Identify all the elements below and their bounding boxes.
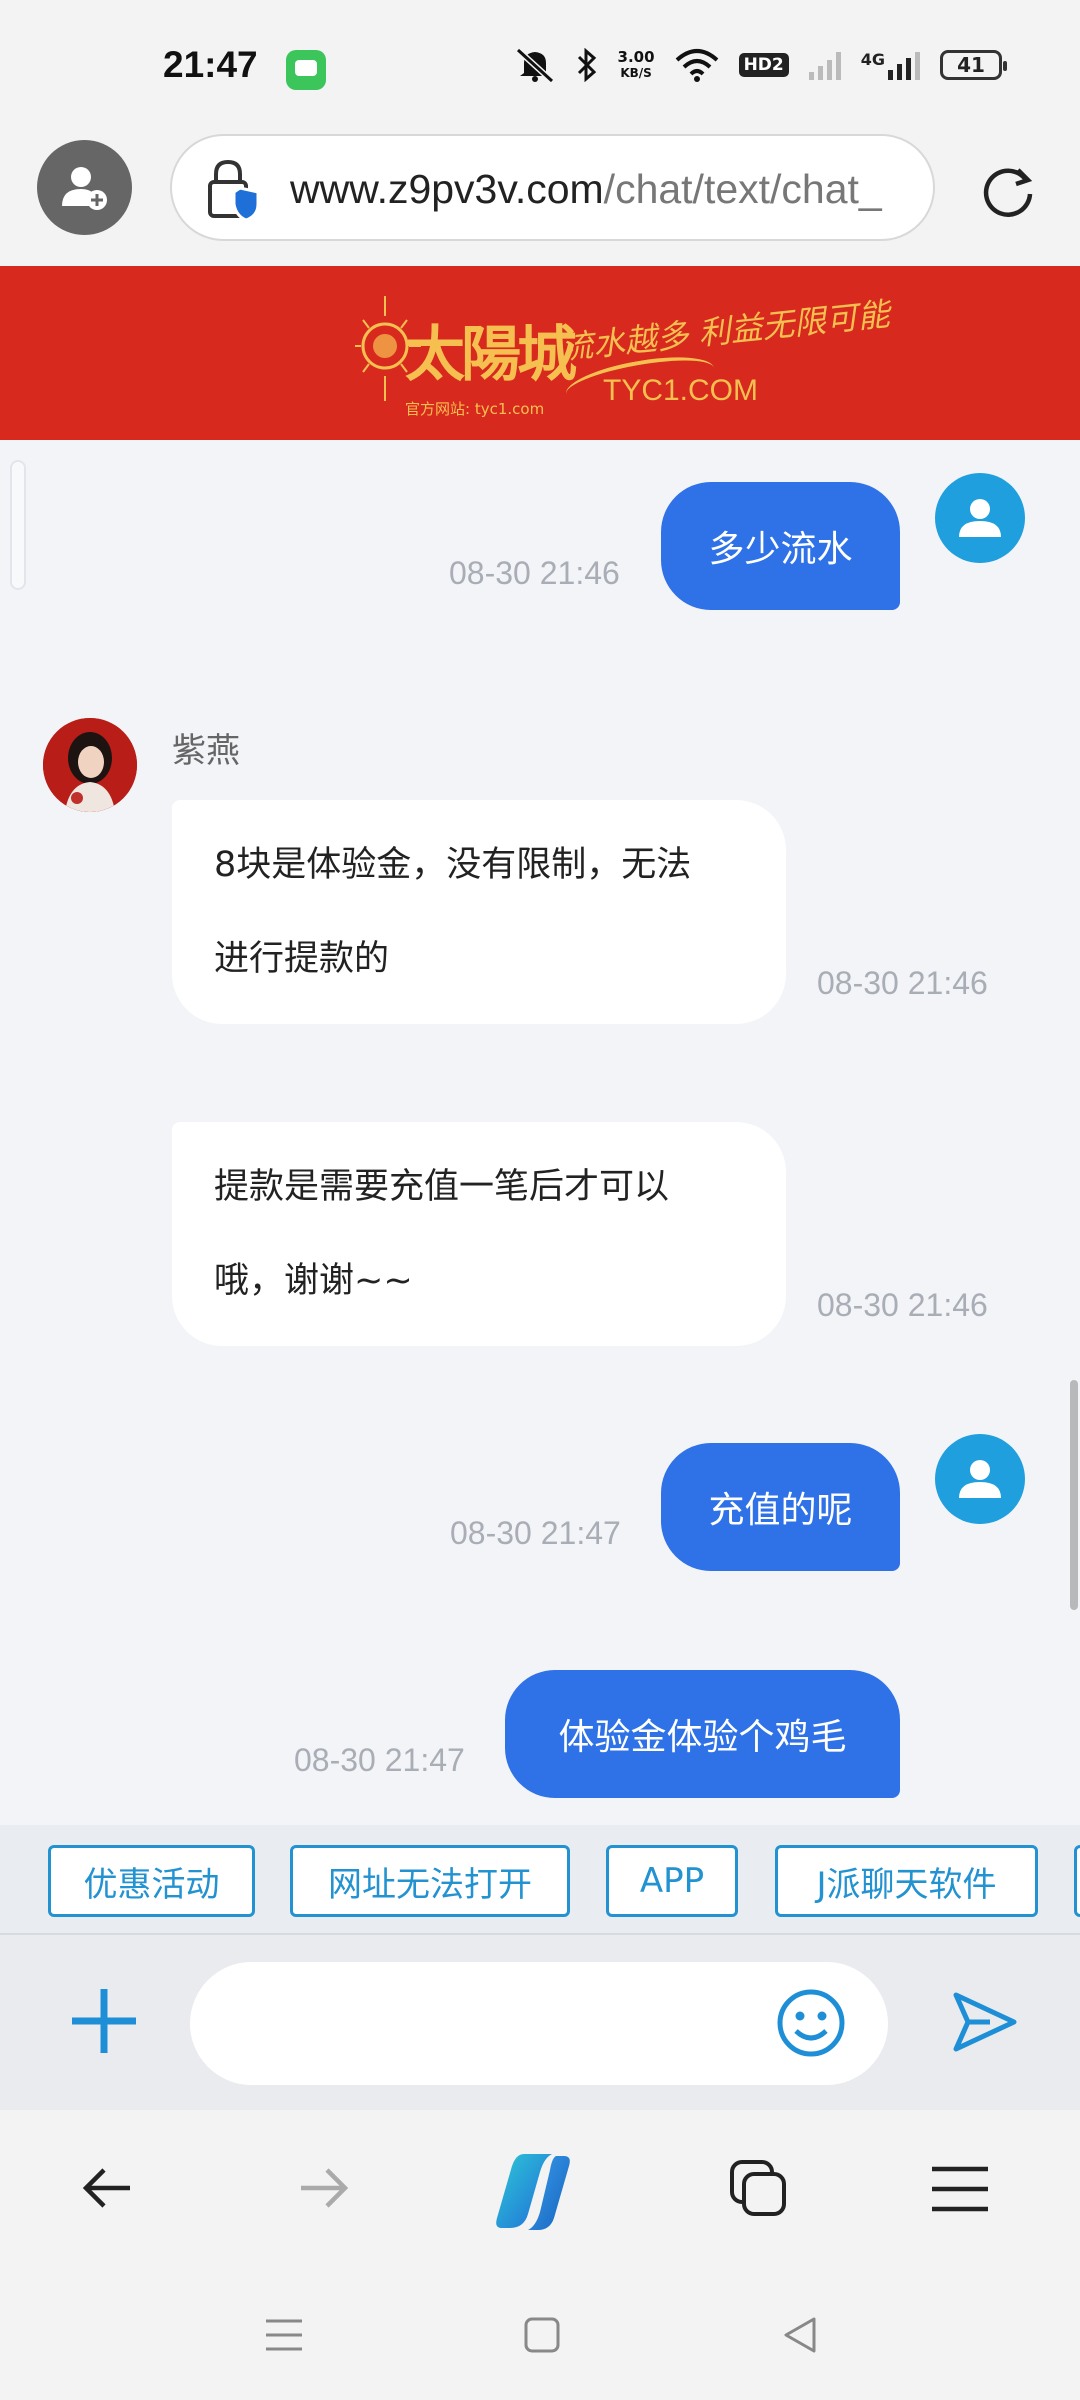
url-path: /chat/text/chat_	[603, 166, 882, 212]
message-text: 体验金体验个鸡毛	[558, 1717, 847, 1758]
banner-brand: 太陽城	[405, 320, 577, 390]
message-text: 多少流水	[708, 529, 853, 570]
promo-banner[interactable]: 太陽城 官方网站: tyc1.com 流水越多 利益无限可能 TYC1.COM	[0, 266, 1080, 440]
banner-slogan: 流水越多 利益无限可能	[559, 294, 892, 368]
agent-name: 紫燕	[172, 731, 240, 771]
network-type: 4G	[860, 50, 885, 69]
message-time: 08-30 21:46	[449, 555, 620, 591]
message-line: 8块是体验金，没有限制，无法	[214, 845, 692, 885]
scrollbar[interactable]	[1070, 1380, 1078, 1610]
signal-icon	[808, 50, 841, 80]
back-arrow-icon[interactable]	[80, 2160, 136, 2216]
message-line: 进行提款的	[214, 939, 390, 979]
emoji-icon[interactable]	[775, 1987, 847, 2059]
net-speed-unit: KB/S	[620, 66, 652, 80]
user-avatar[interactable]	[935, 1434, 1025, 1524]
home-icon[interactable]	[522, 2313, 562, 2357]
send-icon[interactable]	[950, 1987, 1020, 2057]
recents-icon[interactable]	[264, 2313, 304, 2357]
status-time: 21:47	[163, 44, 258, 85]
chat-app-icon	[286, 50, 326, 90]
status-icons: 3.00 KB/S HD2 4G 41	[514, 40, 1007, 90]
tabs-icon[interactable]	[728, 2158, 788, 2218]
quick-reply-chip[interactable]: 网址无法打开	[290, 1845, 570, 1917]
chip-label: 网址无法打开	[328, 1864, 532, 1905]
url-text: www.z9pv3v.com/chat/text/chat_	[290, 166, 915, 213]
chat-area[interactable]: 多少流水 08-30 21:46 紫燕 8块是体验金，没有限制，无法 进行提款的…	[0, 440, 1080, 1825]
quick-reply-chip[interactable]: APP	[606, 1845, 738, 1917]
browser-address-bar: www.z9pv3v.com/chat/text/chat_	[0, 130, 1080, 265]
network-4g: 4G	[861, 50, 920, 80]
battery-icon: 41	[940, 50, 1007, 80]
message-time: 08-30 21:47	[450, 1515, 621, 1551]
status-bar: 21:47 3.00 KB/S HD2 4G 41	[0, 0, 1080, 130]
message-time: 08-30 21:46	[817, 965, 988, 1001]
message-time: 08-30 21:47	[294, 1742, 465, 1778]
message-bubble-out: 多少流水	[661, 482, 900, 610]
signal-4g-bars	[888, 50, 920, 80]
quick-reply-chip[interactable]: 优惠活动	[48, 1845, 255, 1917]
message-line: 哦，谢谢~~	[214, 1261, 413, 1301]
message-text: 充值的呢	[708, 1490, 853, 1531]
message-bubble-in: 8块是体验金，没有限制，无法 进行提款的	[172, 800, 786, 1024]
profile-add-icon[interactable]	[37, 140, 132, 235]
system-nav-bar	[0, 2275, 1080, 2400]
chip-label: 优惠活动	[83, 1864, 220, 1905]
menu-icon[interactable]	[930, 2165, 990, 2213]
chip-label: J派聊天软件	[816, 1864, 997, 1905]
back-triangle-icon[interactable]	[780, 2313, 820, 2357]
quick-reply-bar: 优惠活动 网址无法打开 APP J派聊天软件	[0, 1825, 1080, 1935]
copilot-icon[interactable]	[494, 2148, 586, 2236]
chip-label: APP	[639, 1861, 705, 1901]
user-avatar[interactable]	[935, 473, 1025, 563]
lock-shield-icon	[208, 159, 260, 222]
banner-site-note: 官方网站: tyc1.com	[405, 400, 545, 418]
forward-arrow-icon[interactable]	[295, 2160, 351, 2216]
browser-nav-bar	[0, 2110, 1080, 2275]
reload-icon[interactable]	[978, 160, 1038, 220]
banner-domain: TYC1.COM	[603, 374, 759, 407]
quick-reply-chip-partial[interactable]	[1074, 1845, 1080, 1917]
mute-icon	[515, 47, 554, 83]
scroll-handle[interactable]	[10, 460, 26, 590]
message-bubble-out: 充值的呢	[661, 1443, 900, 1571]
message-bubble-out: 体验金体验个鸡毛	[505, 1670, 900, 1798]
plus-icon[interactable]	[68, 1985, 140, 2057]
quick-reply-chip[interactable]: J派聊天软件	[775, 1845, 1038, 1917]
message-line: 提款是需要充值一笔后才可以	[214, 1167, 670, 1207]
url-field[interactable]: www.z9pv3v.com/chat/text/chat_	[170, 134, 935, 241]
battery-level: 41	[957, 53, 985, 77]
hd-badge: HD2	[738, 53, 789, 77]
message-time: 08-30 21:46	[817, 1287, 988, 1323]
message-input-bar	[0, 1935, 1080, 2110]
message-bubble-in: 提款是需要充值一笔后才可以 哦，谢谢~~	[172, 1122, 786, 1346]
agent-avatar[interactable]	[43, 718, 137, 812]
net-speed-value: 3.00	[617, 48, 655, 66]
bluetooth-icon	[577, 48, 596, 82]
wifi-icon	[675, 49, 718, 82]
url-domain: www.z9pv3v.com	[290, 166, 604, 212]
net-speed: 3.00 KB/S	[618, 49, 655, 81]
